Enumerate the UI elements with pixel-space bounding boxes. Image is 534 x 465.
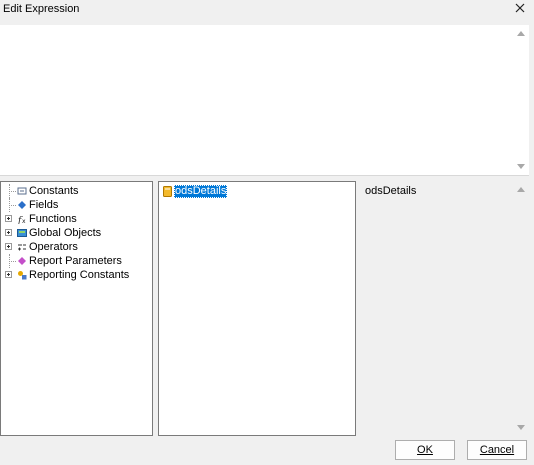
functions-icon: f x	[17, 216, 26, 224]
tree-item-constants[interactable]: Constants	[1, 184, 152, 198]
report-parameters-icon	[18, 257, 26, 265]
expression-editor[interactable]	[0, 25, 529, 176]
tree-item-label: Fields	[29, 199, 59, 211]
expand-icon[interactable]	[5, 243, 12, 250]
scroll-down-arrow-icon[interactable]	[517, 425, 525, 430]
category-tree: Constants Fields f x Functions Global Ob…	[0, 181, 153, 436]
tree-item-report-parameters[interactable]: Report Parameters	[1, 254, 152, 268]
reporting-constants-icon	[18, 271, 27, 280]
expression-scrollbar[interactable]	[513, 25, 529, 175]
global-objects-icon	[17, 229, 27, 237]
tree-item-label: Constants	[29, 185, 79, 197]
tree-item-label: Global Objects	[29, 227, 102, 239]
description-text: odsDetails	[365, 185, 417, 197]
tree-item-fields[interactable]: Fields	[1, 198, 152, 212]
tree-item-functions[interactable]: f x Functions	[1, 212, 152, 226]
tree-item-label: Operators	[29, 241, 78, 253]
expand-icon[interactable]	[5, 215, 12, 222]
svg-text:x: x	[22, 218, 26, 224]
cancel-button-label: Cancel	[479, 444, 515, 456]
scroll-up-arrow-icon[interactable]	[517, 31, 525, 36]
tree-item-label: Reporting Constants	[29, 269, 130, 281]
close-icon	[515, 3, 525, 13]
expand-icon[interactable]	[5, 271, 12, 278]
scroll-up-arrow-icon[interactable]	[517, 187, 525, 192]
fields-icon	[18, 201, 26, 209]
scroll-down-arrow-icon[interactable]	[517, 164, 525, 169]
tree-item-operators[interactable]: Operators	[1, 240, 152, 254]
ok-button-label: OK	[417, 444, 433, 456]
expand-icon[interactable]	[5, 229, 12, 236]
fields-list: odsDetails	[158, 181, 356, 436]
tree-item-label: Report Parameters	[29, 255, 122, 267]
dataset-icon	[163, 186, 172, 197]
description-pane: odsDetails	[361, 181, 529, 436]
close-button[interactable]	[512, 1, 528, 17]
tree-item-global-objects[interactable]: Global Objects	[1, 226, 152, 240]
ok-button[interactable]: OK	[395, 440, 455, 460]
list-item-label: odsDetails	[174, 185, 228, 198]
description-scrollbar[interactable]	[513, 181, 529, 436]
tree-item-label: Functions	[29, 213, 77, 225]
operators-icon	[18, 244, 26, 251]
tree-item-reporting-constants[interactable]: Reporting Constants	[1, 268, 152, 282]
cancel-button[interactable]: Cancel	[467, 440, 527, 460]
window-title: Edit Expression	[3, 3, 80, 15]
title-bar: Edit Expression	[0, 0, 534, 18]
constants-icon	[17, 187, 27, 195]
